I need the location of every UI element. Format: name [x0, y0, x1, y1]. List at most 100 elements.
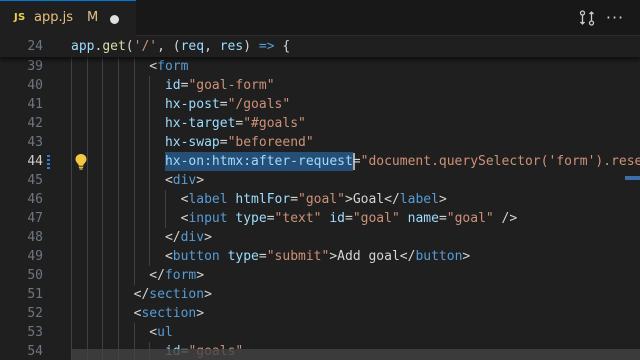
- line-code: id="goal-form": [165, 76, 275, 95]
- code-line[interactable]: 44 hx-on:htmx:after-request="document.que…: [0, 152, 640, 171]
- code-line[interactable]: 50 </form>: [0, 266, 640, 285]
- code-line[interactable]: 47 <input type="text" id="goal" name="goa…: [0, 209, 640, 228]
- code-line[interactable]: 48 </div>: [0, 228, 640, 247]
- indent-guide: [102, 190, 104, 209]
- code-token: >: [196, 268, 205, 283]
- line-number: 46: [27, 192, 43, 207]
- indent-guide: [102, 228, 104, 247]
- indent-guide: [133, 247, 135, 266]
- code-token: htmlFor: [235, 192, 291, 207]
- indent-guide: [133, 323, 135, 342]
- code-token: Add goal: [337, 249, 400, 264]
- more-actions-icon[interactable]: ···: [605, 8, 625, 28]
- code-token: id: [329, 211, 345, 226]
- line-number: 39: [27, 59, 43, 74]
- horizontal-scrollbar[interactable]: [71, 349, 640, 360]
- indent-guide: [117, 171, 119, 190]
- indent-guide: [86, 76, 88, 95]
- code-token: >: [196, 173, 205, 188]
- code-line[interactable]: 41 hx-post="/goals": [0, 95, 640, 114]
- code-token: Goal: [352, 192, 385, 207]
- code-token: =: [219, 135, 228, 150]
- code-token: res: [219, 39, 244, 54]
- indent-guide: [117, 57, 119, 76]
- code-token: <: [164, 173, 173, 188]
- code-line[interactable]: 53 <ul: [0, 323, 640, 342]
- code-line[interactable]: 43 hx-swap="beforeend": [0, 133, 640, 152]
- code-line[interactable]: 42 hx-target="#goals": [0, 114, 640, 133]
- code-line[interactable]: 45 <div>: [0, 171, 640, 190]
- indent-guide: [71, 323, 72, 342]
- compare-changes-icon[interactable]: [577, 8, 597, 28]
- sticky-line[interactable]: 24 app.get('/', (req, res) => {: [0, 37, 640, 56]
- indent-guide: [149, 228, 151, 247]
- code-token: hx-on:htmx:after-request: [164, 154, 353, 169]
- tab-app-js[interactable]: JS app.js M: [0, 0, 136, 36]
- code-token: input: [188, 211, 228, 226]
- indent-guide: [86, 323, 88, 342]
- indent-guide: [117, 209, 119, 228]
- indent-guide: [86, 190, 88, 209]
- line-code: <input type="text" id="goal" name="goal"…: [181, 209, 518, 228]
- indent-guide: [86, 209, 88, 228]
- indent-guide: [149, 190, 151, 209]
- code-token: "document.querySelector('form').reset()": [360, 154, 640, 169]
- indent-guide: [117, 228, 119, 247]
- indent-guide: [71, 285, 72, 304]
- code-token: >: [438, 192, 447, 207]
- indent-guide: [117, 190, 119, 209]
- line-number: 48: [27, 230, 43, 245]
- code-line[interactable]: 40 id="goal-form": [0, 76, 640, 95]
- line-number: 24: [27, 39, 43, 54]
- code-token: "goal-form": [188, 78, 275, 93]
- indent-guide: [133, 95, 135, 114]
- indent-guide: [133, 152, 135, 171]
- indent-guide: [117, 133, 119, 152]
- code-token: div: [172, 173, 197, 188]
- code-token: <: [149, 59, 158, 74]
- line-code: <ul: [149, 323, 172, 342]
- code-line[interactable]: 49 <button type="submit">Add goal</button…: [0, 247, 640, 266]
- sticky-scroll-header[interactable]: 24 app.get('/', (req, res) => {: [0, 36, 640, 57]
- scrollbar-selection-marker: [625, 176, 640, 180]
- code-token: >: [204, 230, 212, 245]
- javascript-file-icon: JS: [14, 12, 26, 23]
- code-editor[interactable]: 24 app.get('/', (req, res) => { 39 <form 4…: [0, 36, 640, 360]
- code-token: ul: [157, 325, 173, 340]
- code-token: />: [493, 211, 518, 226]
- code-token: >: [196, 306, 205, 321]
- line-code: app.get('/', (req, res) => {: [71, 37, 290, 56]
- line-number: 47: [27, 211, 43, 226]
- code-token: name: [407, 211, 439, 226]
- code-line[interactable]: 46 <label htmlFor="goal">Goal</label>: [0, 190, 640, 209]
- indent-guide: [71, 190, 72, 209]
- line-number: 42: [27, 116, 43, 131]
- code-line[interactable]: 52 <section>: [0, 304, 640, 323]
- indent-guide: [86, 95, 88, 114]
- code-token: {: [274, 39, 291, 54]
- modified-line-marker[interactable]: [47, 154, 50, 169]
- indent-guide: [86, 57, 88, 76]
- code-token: </: [164, 230, 181, 245]
- vertical-scrollbar[interactable]: [624, 36, 640, 360]
- indent-guide: [102, 323, 104, 342]
- lightbulb-icon[interactable]: [74, 153, 88, 170]
- code-token: "goal": [298, 192, 345, 207]
- unsaved-dot-icon[interactable]: [110, 15, 119, 24]
- indent-guide: [117, 266, 119, 285]
- line-code: <form: [149, 57, 188, 76]
- indent-guide: [149, 95, 151, 114]
- code-token: =: [219, 97, 228, 112]
- indent-guide: [102, 304, 104, 323]
- line-code: hx-swap="beforeend": [165, 133, 314, 152]
- line-code: </form>: [149, 266, 204, 285]
- line-number: 50: [27, 268, 43, 283]
- code-token: hx-swap: [164, 135, 220, 150]
- code-line[interactable]: 39 <form: [0, 57, 640, 76]
- indent-guide: [117, 247, 119, 266]
- indent-guide: [117, 114, 119, 133]
- code-line[interactable]: 51 </section>: [0, 285, 640, 304]
- indent-guide: [102, 247, 104, 266]
